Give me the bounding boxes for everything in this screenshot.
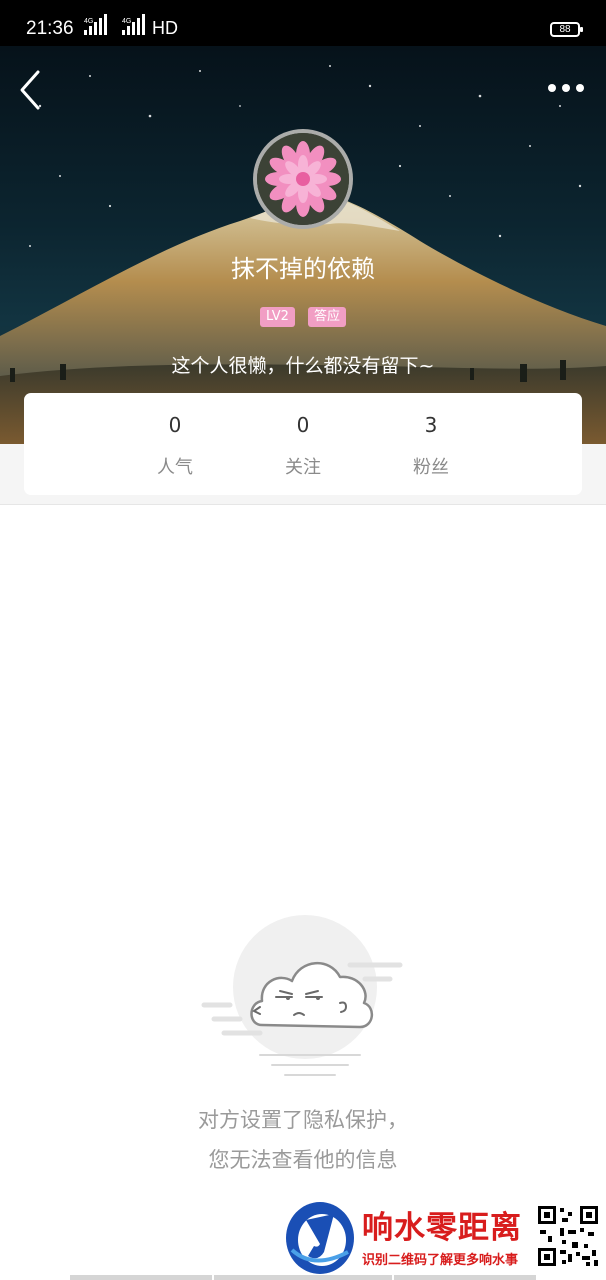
bottom-tab-indicators [70,1275,536,1280]
avatar[interactable] [253,129,353,229]
back-button[interactable] [14,68,50,112]
stat-fans-label: 粉丝 [413,457,449,478]
level-badge: LV2 [259,307,295,327]
stat-following[interactable]: 0 关注 [253,393,353,479]
title-badge: 答应 [308,307,347,327]
privacy-notice-line2: 您无法查看他的信息 [208,1148,398,1172]
battery-icon: 88 [550,22,583,37]
profile-header: 抹不掉的依赖 LV2 答应 这个人很懒，什么都没有留下~ [0,46,606,444]
privacy-notice-line1: 对方设置了隐私保护， [198,1108,408,1132]
stat-popularity-value: 0 [168,413,182,437]
stat-popularity[interactable]: 0 人气 [125,393,225,479]
watermark-logo-icon [286,1202,354,1274]
signal-network-label: 4G [84,18,94,25]
watermark: 响水零距离 识别二维码了解更多响水事 [284,1198,606,1280]
username: 抹不掉的依赖 [231,255,375,283]
user-bio: 这个人很懒，什么都没有留下~ [171,355,435,377]
stat-following-value: 0 [296,413,310,437]
cloud-face-icon [201,915,403,1076]
qr-code-icon [536,1204,600,1268]
stat-fans[interactable]: 3 粉丝 [381,393,481,479]
watermark-subtitle: 识别二维码了解更多响水事 [362,1253,519,1268]
stat-fans-value: 3 [424,413,438,437]
stats-card: 0 人气 0 关注 3 粉丝 [24,393,582,495]
background-mountain-image [0,65,606,444]
hd-indicator: HD [152,18,178,38]
more-dots-icon [548,84,584,92]
stat-following-label: 关注 [285,457,321,478]
more-options-button[interactable] [544,76,588,100]
status-time: 21:36 [26,18,74,39]
avatar-flower-image [257,133,349,225]
stat-popularity-label: 人气 [157,457,193,478]
status-bar: 21:36 4G 4G HD 88 [0,0,606,46]
watermark-title: 响水零距离 [362,1210,522,1246]
badge-row: LV2 答应 [0,305,606,327]
privacy-notice: 对方设置了隐私保护， 您无法查看他的信息 [0,1100,606,1180]
chevron-left-icon [20,70,40,110]
signal-network-label-2: 4G [122,18,132,25]
